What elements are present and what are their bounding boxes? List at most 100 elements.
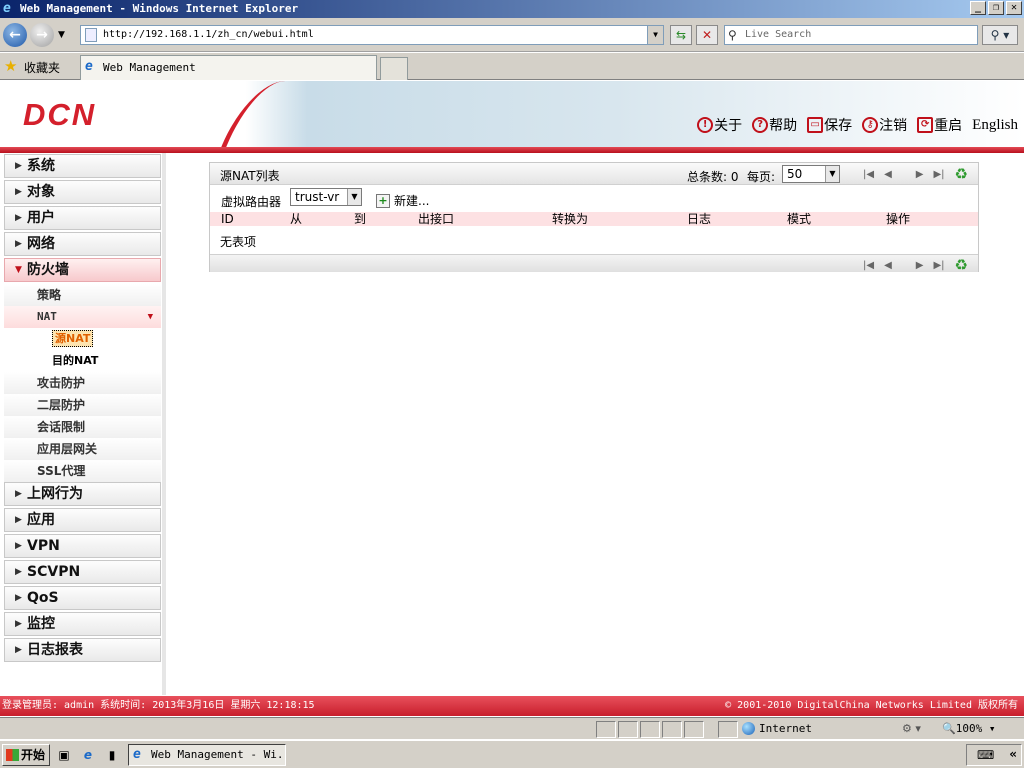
start-label: 开始: [21, 748, 46, 762]
favorites-bar: ★ 收藏夹 e Web Management: [0, 53, 1024, 80]
chevron-down-icon: ▼: [15, 265, 22, 275]
sidebar-sub-policy[interactable]: 策略: [4, 284, 161, 306]
ie-task-icon: e: [133, 747, 141, 762]
sidebar-menu: ▶ 系统 ▶ 对象 ▶ 用户 ▶ 网络 ▼ 防火墙 策略 NAT ▼ 源NAT 目的NAT …: [4, 154, 161, 664]
close-button[interactable]: ✕: [1006, 1, 1022, 15]
history-dropdown-icon[interactable]: ▼: [58, 30, 65, 40]
sidebar-sub-l2[interactable]: 二层防护: [4, 394, 161, 416]
col-egress: 出接口: [418, 212, 455, 226]
sidebar-sub-snat[interactable]: 源NAT: [4, 328, 161, 350]
sidebar-item-app[interactable]: ▶ 应用: [4, 508, 161, 532]
logout-button[interactable]: ⚷ 注销: [862, 115, 907, 135]
app-footer: 登录管理员: admin 系统时间: 2013年3月16日 星期六 12:18:…: [0, 696, 1024, 716]
help-icon: ?: [752, 117, 769, 133]
system-tray: ⌨ «: [966, 744, 1022, 766]
maximize-button[interactable]: ❐: [988, 1, 1004, 15]
keyboard-icon[interactable]: ⌨: [977, 748, 994, 762]
vr-select[interactable]: trust-vr ▼: [290, 188, 362, 206]
refresh-button[interactable]: ⇆: [670, 25, 692, 45]
favorites-label[interactable]: 收藏夹: [24, 59, 60, 76]
sidebar-sub-ssl[interactable]: SSL代理: [4, 460, 161, 482]
vr-row: 虚拟路由器 trust-vr ▼ + 新建...: [210, 186, 978, 212]
table-header: ID 从 到 出接口 转换为 日志 模式 操作: [210, 212, 978, 226]
sidebar-item-scvpn[interactable]: ▶ SCVPN: [4, 560, 161, 584]
reboot-button[interactable]: ⟳ 重启: [917, 115, 962, 135]
sidebar-item-behavior[interactable]: ▶ 上网行为: [4, 482, 161, 506]
col-from: 从: [290, 212, 303, 226]
total-count: 总条数: 0: [687, 170, 739, 184]
first-page-icon[interactable]: |◀: [863, 260, 874, 271]
taskbar: 开始 ▣ e ▮ e Web Management - Wi... ⌨ «: [0, 740, 1024, 768]
refresh-icon[interactable]: ♻: [955, 256, 968, 274]
col-to: 到: [354, 212, 367, 226]
last-page-icon[interactable]: ▶|: [933, 260, 944, 271]
back-button[interactable]: ←: [3, 23, 27, 47]
sidebar-item-label: 应用: [27, 512, 55, 528]
english-link[interactable]: English: [972, 117, 1018, 134]
snat-label: 源NAT: [52, 330, 94, 347]
vr-label: 虚拟路由器: [221, 195, 282, 209]
sidebar-item-user[interactable]: ▶ 用户: [4, 206, 161, 230]
address-url: http://192.168.1.1/zh_cn/webui.html: [103, 29, 314, 40]
save-button[interactable]: ▭ 保存: [807, 115, 852, 135]
security-zone: Internet: [742, 722, 812, 735]
info-icon: !: [697, 117, 714, 133]
sidebar-item-log[interactable]: ▶ 日志报表: [4, 638, 161, 662]
expand-tray-icon[interactable]: «: [1009, 747, 1017, 761]
logout-label: 注销: [879, 118, 908, 134]
status-cell: [684, 721, 704, 738]
globe-icon: [742, 722, 755, 735]
favorites-star-icon[interactable]: ★: [4, 57, 17, 75]
search-placeholder: Live Search: [745, 29, 812, 40]
browser-tab[interactable]: e Web Management: [80, 55, 377, 80]
new-button[interactable]: + 新建...: [376, 192, 429, 209]
logout-key-icon: ⚷: [862, 117, 879, 133]
chevron-down-icon: ▼: [147, 312, 153, 322]
sidebar-sub-alg[interactable]: 应用层网关: [4, 438, 161, 460]
sidebar-sub-attack[interactable]: 攻击防护: [4, 372, 161, 394]
minimize-button[interactable]: _: [970, 1, 986, 15]
refresh-icon[interactable]: ♻: [955, 165, 968, 183]
sidebar-item-network[interactable]: ▶ 网络: [4, 232, 161, 256]
sidebar-sub-session[interactable]: 会话限制: [4, 416, 161, 438]
sidebar-sub-dnat[interactable]: 目的NAT: [4, 350, 161, 372]
zoom-control[interactable]: 🔍100% ▾: [942, 722, 995, 735]
pager-bottom: |◀ ◀ ▶ ▶| ♻: [863, 256, 968, 274]
start-button[interactable]: 开始: [2, 744, 50, 766]
last-page-icon[interactable]: ▶|: [933, 169, 944, 180]
address-toolbar: ← → ▼ http://192.168.1.1/zh_cn/webui.htm…: [0, 18, 1024, 52]
stop-button[interactable]: ✕: [696, 25, 718, 45]
search-button[interactable]: ⚲ ▾: [982, 25, 1018, 45]
next-page-icon[interactable]: ▶: [916, 169, 924, 180]
first-page-icon[interactable]: |◀: [863, 169, 874, 180]
per-page-select[interactable]: 50 ▼: [782, 165, 840, 183]
taskbar-item-ie[interactable]: e Web Management - Wi...: [128, 744, 286, 766]
ie-quicklaunch-icon[interactable]: e: [80, 747, 96, 763]
sidebar-item-label: VPN: [27, 538, 60, 554]
sidebar-item-system[interactable]: ▶ 系统: [4, 154, 161, 178]
copyright: © 2001-2010 DigitalChina Networks Limite…: [725, 700, 1018, 711]
sidebar-item-qos[interactable]: ▶ QoS: [4, 586, 161, 610]
next-page-icon[interactable]: ▶: [916, 260, 924, 271]
prev-page-icon[interactable]: ◀: [884, 260, 892, 271]
sidebar-item-monitor[interactable]: ▶ 监控: [4, 612, 161, 636]
sidebar-item-label: 用户: [27, 210, 55, 226]
sidebar-item-label: 防火墙: [27, 262, 69, 278]
save-label: 保存: [824, 118, 853, 134]
address-bar[interactable]: http://192.168.1.1/zh_cn/webui.html ▼: [80, 25, 664, 45]
app-quicklaunch-icon[interactable]: ▮: [104, 747, 120, 763]
sidebar-sub-nat[interactable]: NAT ▼: [4, 306, 161, 328]
search-input[interactable]: ⚲ Live Search: [724, 25, 978, 45]
sidebar-item-object[interactable]: ▶ 对象: [4, 180, 161, 204]
sidebar-item-vpn[interactable]: ▶ VPN: [4, 534, 161, 558]
show-desktop-icon[interactable]: ▣: [56, 747, 72, 763]
about-button[interactable]: ! 关于: [697, 115, 742, 135]
help-button[interactable]: ? 帮助: [752, 115, 797, 135]
sidebar-item-firewall[interactable]: ▼ 防火墙: [4, 258, 161, 282]
protected-mode-icon[interactable]: ⚙ ▾: [902, 722, 921, 735]
prev-page-icon[interactable]: ◀: [884, 169, 892, 180]
forward-button[interactable]: →: [30, 23, 54, 47]
address-dropdown-icon[interactable]: ▼: [647, 26, 663, 44]
new-tab-button[interactable]: [380, 57, 408, 80]
sidebar-item-label: SCVPN: [27, 564, 81, 580]
